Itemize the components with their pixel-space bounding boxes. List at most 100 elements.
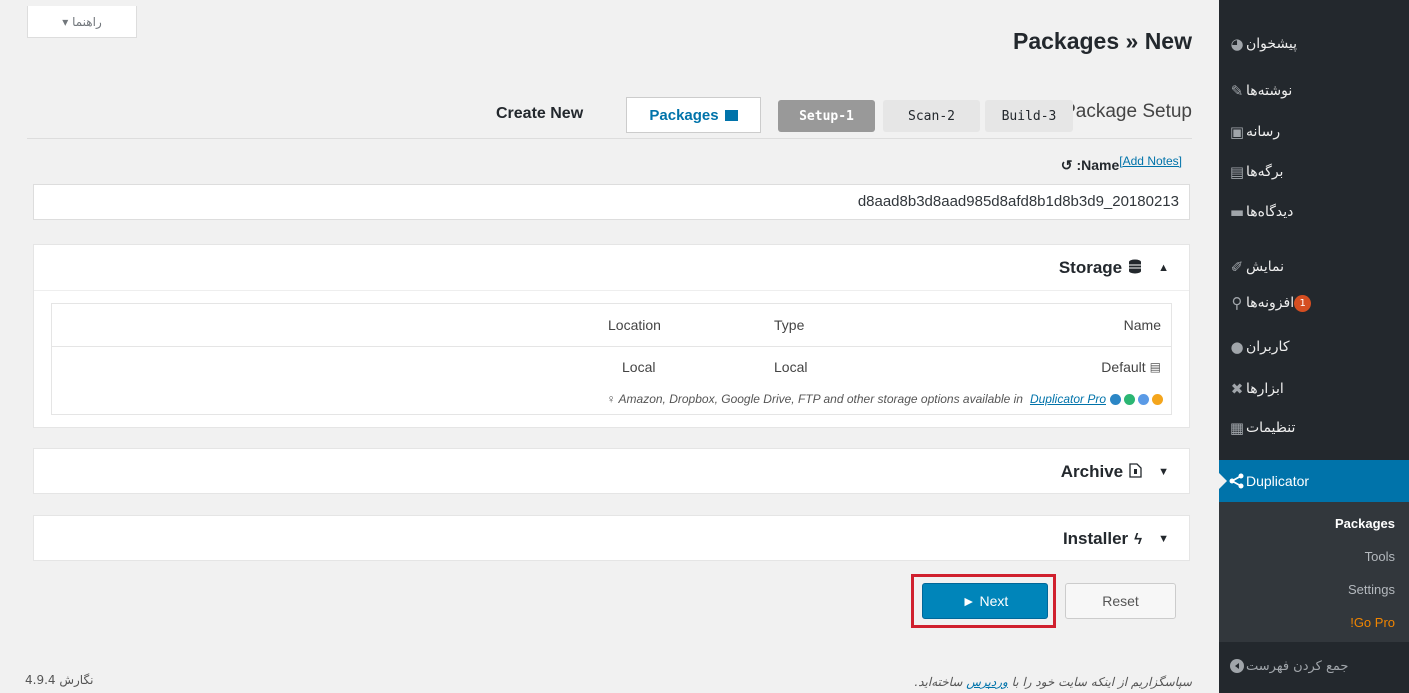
storage-default-label: Default bbox=[1101, 359, 1146, 375]
sidebar-item-label: Duplicator bbox=[1246, 473, 1310, 489]
dropbox-icon bbox=[1138, 393, 1149, 405]
header-location: Location bbox=[608, 317, 661, 333]
add-notes-link[interactable]: [Add Notes] bbox=[1119, 154, 1182, 168]
create-new-label: Create New bbox=[496, 105, 584, 122]
storage-table: Name Type Location Default ▤ Local Local… bbox=[51, 303, 1172, 415]
comments-icon: ▬ bbox=[1229, 203, 1245, 221]
ftp-icon bbox=[1152, 393, 1163, 405]
sidebar-item-label: افزونه‌ها bbox=[1246, 295, 1295, 311]
sidebar-item-comments[interactable]: دیدگاه‌ها ▬ bbox=[1219, 195, 1409, 229]
update-count-badge: 1 bbox=[1294, 294, 1312, 312]
sidebar-item-posts[interactable]: نوشته‌ها ✎ bbox=[1219, 74, 1409, 108]
appearance-icon: ✐ bbox=[1230, 258, 1244, 276]
caret-down-icon: ▼ bbox=[1158, 466, 1169, 478]
caret-up-icon: ▲ bbox=[1158, 262, 1169, 274]
sidebar-item-duplicator[interactable]: Duplicator bbox=[1218, 460, 1409, 502]
sidebar-item-appearance[interactable]: نمایش ✐ bbox=[1219, 250, 1409, 284]
name-label: :Name bbox=[1076, 157, 1120, 173]
sidebar-item-label: نمایش bbox=[1246, 259, 1285, 275]
footer-thanks: سپاسگزاریم از اینکه سایت خود را با وردپر… bbox=[914, 675, 1192, 689]
name-label-row: ↺ :Name [Add Notes] bbox=[1061, 154, 1186, 174]
caret-down-icon: ▼ bbox=[1158, 533, 1169, 545]
step-scan-2: Scan-2 bbox=[883, 100, 980, 132]
sidebar-item-media[interactable]: رسانه ▣ bbox=[1219, 115, 1409, 149]
bolt-icon: ϟ bbox=[1134, 530, 1143, 548]
dashboard-icon: ◕ bbox=[1230, 35, 1244, 53]
sidebar-item-label: کاربران bbox=[1246, 339, 1290, 355]
sidebar-item-label: دیدگاه‌ها bbox=[1246, 204, 1294, 220]
submenu-go-pro[interactable]: !Go Pro bbox=[1350, 615, 1395, 630]
storage-panel-header[interactable]: Storage ▲ bbox=[34, 245, 1189, 291]
sidebar-item-tools[interactable]: ابزارها ✖ bbox=[1219, 372, 1409, 406]
users-icon: ● bbox=[1230, 338, 1244, 356]
collapse-menu-label: جمع کردن فهرست bbox=[1246, 658, 1349, 674]
installer-title: Installer bbox=[1062, 529, 1129, 548]
google-drive-icon bbox=[1124, 393, 1135, 405]
archive-panel: Archive ▼ bbox=[33, 448, 1190, 494]
admin-sidebar: پیشخوان ◕ نوشته‌ها ✎ رسانه ▣ برگه‌ها ▤ د… bbox=[1218, 0, 1409, 693]
cloud-service-icons bbox=[1110, 393, 1163, 405]
header-type: Type bbox=[774, 317, 805, 333]
installer-panel-header[interactable]: Installer ϟ ▼ bbox=[34, 516, 1189, 562]
pin-icon: ✎ bbox=[1230, 82, 1244, 100]
footer-thanks-suffix: ساخته‌اید. bbox=[914, 675, 963, 689]
sidebar-item-pages[interactable]: برگه‌ها ▤ bbox=[1219, 155, 1409, 189]
sidebar-item-label: برگه‌ها bbox=[1246, 164, 1284, 180]
pro-storage-note: ♀ Amazon, Dropbox, Google Drive, FTP and… bbox=[607, 392, 1163, 406]
active-menu-arrow bbox=[1218, 472, 1227, 490]
sidebar-item-users[interactable]: کاربران ● bbox=[1219, 330, 1409, 364]
database-icon bbox=[1128, 259, 1142, 278]
submenu-settings[interactable]: Settings bbox=[1348, 582, 1395, 597]
storage-title: Storage bbox=[1058, 258, 1123, 277]
storage-row-type: Local bbox=[774, 359, 808, 375]
server-icon: ▤ bbox=[1149, 360, 1161, 374]
sidebar-item-plugins[interactable]: 1 افزونه‌ها ⚲ bbox=[1219, 286, 1409, 320]
submenu-packages[interactable]: Packages bbox=[1335, 516, 1395, 531]
package-name-input[interactable]: d8aad8b3d8aad985d8afd8b1d8b3d9_20180213 bbox=[33, 184, 1190, 220]
step-setup-1: Setup-1 bbox=[778, 100, 875, 132]
sidebar-item-label: نوشته‌ها bbox=[1246, 83, 1293, 99]
main-content: راهنما ▾ Packages » New Package Setup Bu… bbox=[0, 0, 1219, 693]
archive-box-icon bbox=[724, 109, 738, 121]
share-icon bbox=[1228, 472, 1246, 490]
divider bbox=[27, 138, 1192, 139]
help-tab-button[interactable]: راهنما ▾ bbox=[27, 6, 137, 38]
sidebar-item-label: تنظیمات bbox=[1246, 420, 1296, 436]
sidebar-item-label: ابزارها bbox=[1246, 381, 1284, 397]
divider bbox=[34, 290, 1189, 291]
packages-button[interactable]: Packages bbox=[626, 97, 761, 133]
wordpress-link[interactable]: وردپرس bbox=[966, 675, 1008, 689]
pages-icon: ▤ bbox=[1229, 163, 1245, 181]
installer-panel: Installer ϟ ▼ bbox=[33, 515, 1190, 561]
file-archive-icon bbox=[1129, 462, 1142, 482]
footer-version: نگارش 4.9.4 bbox=[25, 673, 94, 687]
reset-button[interactable]: Reset bbox=[1065, 583, 1176, 619]
storage-row-location: Local bbox=[622, 359, 656, 375]
page-title: Packages » New bbox=[1012, 28, 1192, 54]
media-icon: ▣ bbox=[1229, 123, 1245, 141]
header-name: Name bbox=[1123, 317, 1161, 333]
next-button[interactable]: ► Next bbox=[922, 583, 1048, 619]
plugins-icon: ⚲ bbox=[1231, 294, 1243, 312]
footer-thanks-prefix: سپاسگزاریم از اینکه سایت خود را با bbox=[1011, 675, 1192, 689]
step-build-3: Build-3 bbox=[985, 100, 1073, 132]
submenu-tools[interactable]: Tools bbox=[1365, 549, 1395, 564]
settings-icon: ▦ bbox=[1229, 419, 1245, 437]
refresh-icon[interactable]: ↺ bbox=[1061, 157, 1073, 174]
setup-title: Package Setup bbox=[1063, 101, 1192, 122]
storage-row-name: Default ▤ bbox=[1101, 359, 1161, 375]
sidebar-item-label: رسانه bbox=[1246, 124, 1281, 140]
duplicator-submenu: Packages Tools Settings !Go Pro bbox=[1219, 502, 1409, 642]
sidebar-item-dashboard[interactable]: پیشخوان ◕ bbox=[1219, 27, 1409, 61]
pro-note-text: Amazon, Dropbox, Google Drive, FTP and o… bbox=[618, 392, 1023, 406]
packages-label: Packages bbox=[649, 106, 719, 124]
sidebar-item-settings[interactable]: تنظیمات ▦ bbox=[1219, 411, 1409, 445]
tools-icon: ✖ bbox=[1230, 380, 1244, 398]
collapse-menu-button[interactable]: جمع کردن فهرست bbox=[1219, 649, 1409, 683]
divider bbox=[52, 346, 1171, 347]
storage-panel: Storage ▲ Name Type Location Default ▤ L… bbox=[33, 244, 1190, 428]
duplicator-pro-link[interactable]: Duplicator Pro bbox=[1030, 392, 1106, 406]
collapse-icon bbox=[1228, 657, 1246, 675]
archive-title: Archive bbox=[1060, 462, 1124, 481]
archive-panel-header[interactable]: Archive ▼ bbox=[34, 449, 1189, 495]
